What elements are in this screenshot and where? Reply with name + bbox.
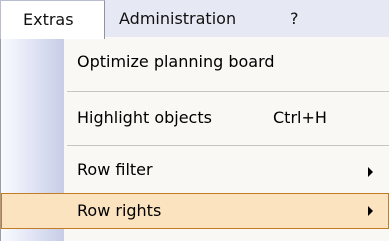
menu-item-label: Row rights bbox=[77, 201, 162, 220]
menu-bar: Extras Administration ? bbox=[0, 0, 389, 39]
menu-separator bbox=[67, 145, 389, 146]
menu-item-optimize-planning-board[interactable]: Optimize planning board bbox=[1, 37, 389, 89]
chevron-right-icon bbox=[368, 206, 373, 216]
menu-item-row-filter[interactable]: Row filter bbox=[1, 148, 389, 193]
menu-item-label: Row filter bbox=[77, 160, 153, 179]
chevron-right-icon bbox=[368, 167, 373, 177]
menu-administration[interactable]: Administration bbox=[119, 0, 236, 38]
menu-item-label: Optimize planning board bbox=[77, 52, 275, 71]
menu-extras[interactable]: Extras bbox=[0, 0, 105, 39]
menu-item-shortcut: Ctrl+H bbox=[273, 108, 327, 127]
menu-item-label: Highlight objects bbox=[77, 108, 212, 127]
menu-help[interactable]: ? bbox=[290, 0, 299, 38]
menu-item-highlight-objects[interactable]: Highlight objects Ctrl+H bbox=[1, 93, 389, 143]
menu-separator bbox=[67, 91, 389, 92]
extras-dropdown-menu: Optimize planning board Highlight object… bbox=[0, 37, 389, 241]
menu-item-row-rights[interactable]: Row rights bbox=[1, 193, 389, 229]
